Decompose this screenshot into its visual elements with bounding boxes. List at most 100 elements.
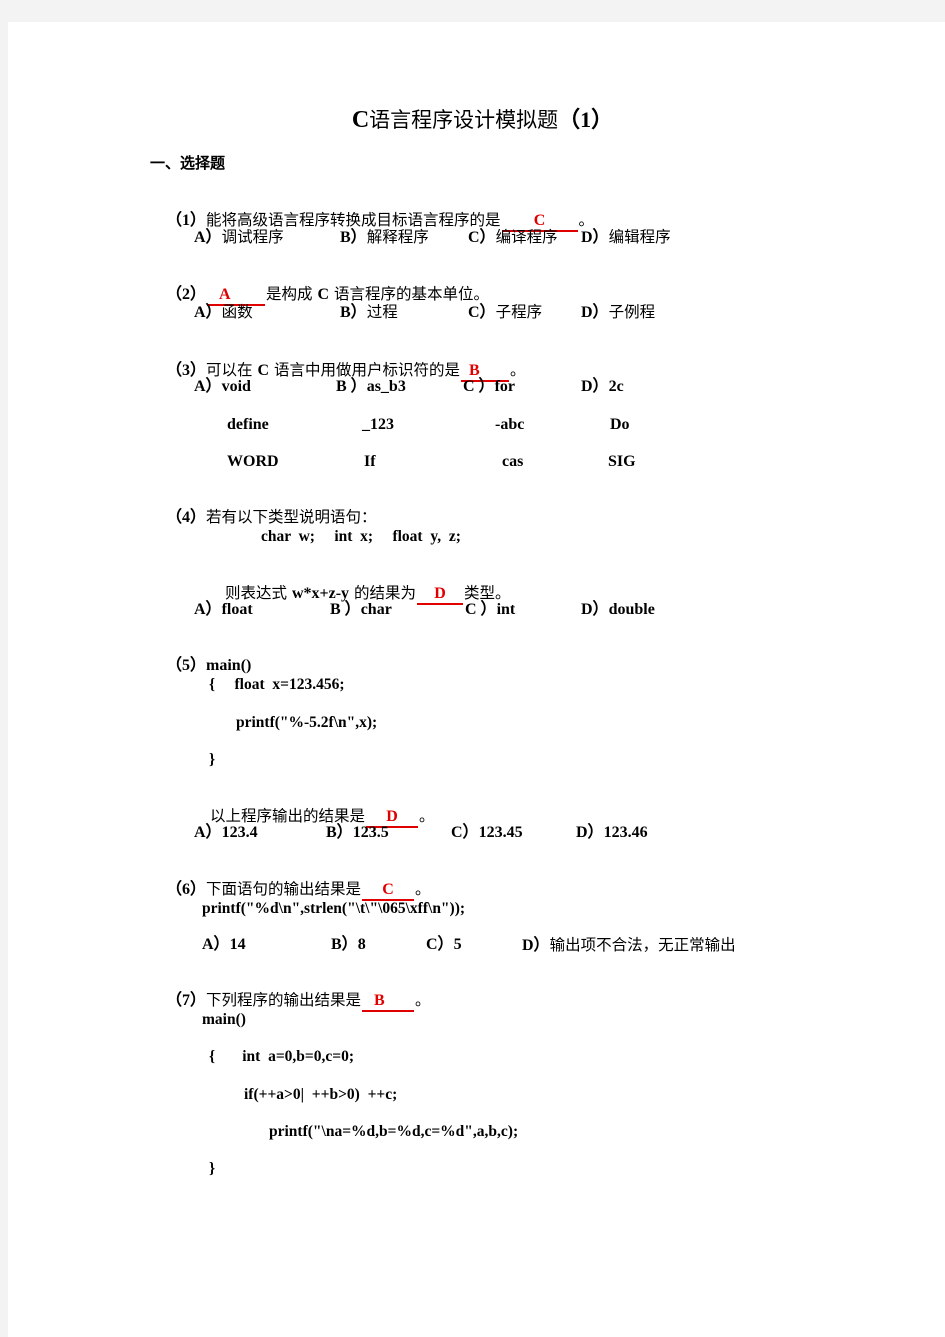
option-d-item: SIG <box>608 453 636 470</box>
option-key: D） <box>581 601 609 618</box>
code-line: printf("%d\n",strlen("\t\"\065\xff\n")); <box>202 900 466 917</box>
option-a: A）void <box>194 377 251 397</box>
question-end: 。 <box>419 807 435 825</box>
option-key: C） <box>468 304 496 321</box>
option-d: D）double <box>581 600 655 620</box>
code-line: } <box>209 1160 216 1177</box>
question-number: （4） <box>166 509 207 526</box>
code-line: printf("%-5.2f\n",x); <box>236 714 378 731</box>
question-number: （7） <box>166 992 207 1009</box>
option-b: B）过程 <box>340 302 398 323</box>
option-text: double <box>608 601 655 618</box>
option-key: C ） <box>463 378 495 395</box>
option-b: B ）char <box>330 600 392 620</box>
question-text: 是构成 <box>266 285 318 303</box>
option-key: D） <box>581 304 609 321</box>
option-text: 子程序 <box>495 303 543 321</box>
option-a: A）调试程序 <box>194 227 284 248</box>
question-number: （5） <box>166 657 207 674</box>
option-key: B） <box>331 936 358 953</box>
option-key: B） <box>340 304 367 321</box>
option-c: C）123.45 <box>451 823 523 843</box>
option-c-item: cas <box>502 453 524 470</box>
question-end: 。 <box>415 991 431 1009</box>
option-a-item: WORD <box>227 453 279 470</box>
option-text: float <box>221 601 253 618</box>
question-end: 。 <box>415 880 431 898</box>
option-text: char <box>360 601 392 618</box>
option-key: D） <box>576 824 604 841</box>
option-text: 123.5 <box>352 824 389 841</box>
option-d: D）123.46 <box>576 823 648 843</box>
option-key: B） <box>326 824 353 841</box>
option-key: B） <box>340 229 367 246</box>
option-c-item: -abc <box>495 416 525 433</box>
question-text: 下面语句的输出结果是 <box>206 880 362 898</box>
option-text: 子例程 <box>608 303 656 321</box>
section-heading: 一、选择题 <box>150 154 226 172</box>
option-text: void <box>221 378 251 395</box>
answer-blank: C <box>362 881 415 901</box>
code-line: { float x=123.456; <box>209 676 345 693</box>
option-key: D） <box>581 229 609 246</box>
option-b: B）123.5 <box>326 823 389 843</box>
option-key: B ） <box>330 601 361 618</box>
option-key: C） <box>468 229 496 246</box>
question-text: 下列程序的输出结果是 <box>206 991 362 1009</box>
code-line: if(++a>0| ++b>0) ++c; <box>244 1086 398 1103</box>
language-name: C <box>257 362 270 379</box>
option-key: A） <box>194 601 222 618</box>
option-c: C ）for <box>463 377 515 397</box>
code-line: { int a=0,b=0,c=0; <box>209 1048 354 1065</box>
option-key: C） <box>451 824 479 841</box>
option-text: 编译程序 <box>495 228 558 246</box>
answer-blank: D <box>416 585 463 605</box>
question-text: 语言程序的基本单位。 <box>329 285 489 303</box>
option-b: B）8 <box>331 935 366 955</box>
option-d-item: Do <box>610 416 630 433</box>
option-a: A）float <box>194 600 253 620</box>
option-b-item: If <box>364 453 376 470</box>
language-name: C <box>317 286 330 303</box>
option-key: A） <box>194 378 222 395</box>
option-text: 123.45 <box>478 824 523 841</box>
option-key: A） <box>202 936 230 953</box>
page-title: C语言程序设计模拟题（1） <box>8 106 945 134</box>
code-line: } <box>209 751 216 768</box>
option-d: D）输出项不合法，无正常输出 <box>522 935 736 956</box>
option-a-item: define <box>227 416 269 433</box>
option-d: D）子例程 <box>581 302 655 323</box>
option-key: C） <box>426 936 454 953</box>
option-text: 函数 <box>221 303 253 321</box>
option-text: 编辑程序 <box>608 228 671 246</box>
option-text: 14 <box>229 936 246 953</box>
option-b-item: _123 <box>362 416 394 433</box>
code-declaration: char w; int x; float y, z; <box>261 528 461 545</box>
option-b: B）解释程序 <box>340 227 429 248</box>
option-b: B ）as_b3 <box>336 377 406 397</box>
code-line: main() <box>202 1011 246 1028</box>
option-text: 过程 <box>366 303 398 321</box>
option-key: A） <box>194 824 222 841</box>
option-key: B ） <box>336 378 367 395</box>
code-line: main() <box>206 657 252 674</box>
answer-blank: B <box>362 992 415 1012</box>
option-d: D）编辑程序 <box>581 227 671 248</box>
option-key: D） <box>522 937 550 954</box>
option-text: 8 <box>357 936 366 953</box>
option-a: A）123.4 <box>194 823 258 843</box>
option-c: C）子程序 <box>468 302 542 323</box>
option-key: A） <box>194 304 222 321</box>
option-text: 调试程序 <box>221 228 284 246</box>
code-line: printf("\na=%d,b=%d,c=%d",a,b,c); <box>269 1123 519 1140</box>
option-text: 5 <box>453 936 462 953</box>
option-text: 123.4 <box>221 824 258 841</box>
option-text: as_b3 <box>366 378 406 395</box>
option-text: for <box>494 378 515 395</box>
option-a: A）14 <box>202 935 246 955</box>
question-text: 若有以下类型说明语句： <box>206 508 377 526</box>
title-number: （1） <box>558 107 614 132</box>
option-text: 解释程序 <box>366 228 429 246</box>
option-text: 输出项不合法，无正常输出 <box>549 936 736 954</box>
title-text: 语言程序设计模拟题 <box>369 108 559 132</box>
